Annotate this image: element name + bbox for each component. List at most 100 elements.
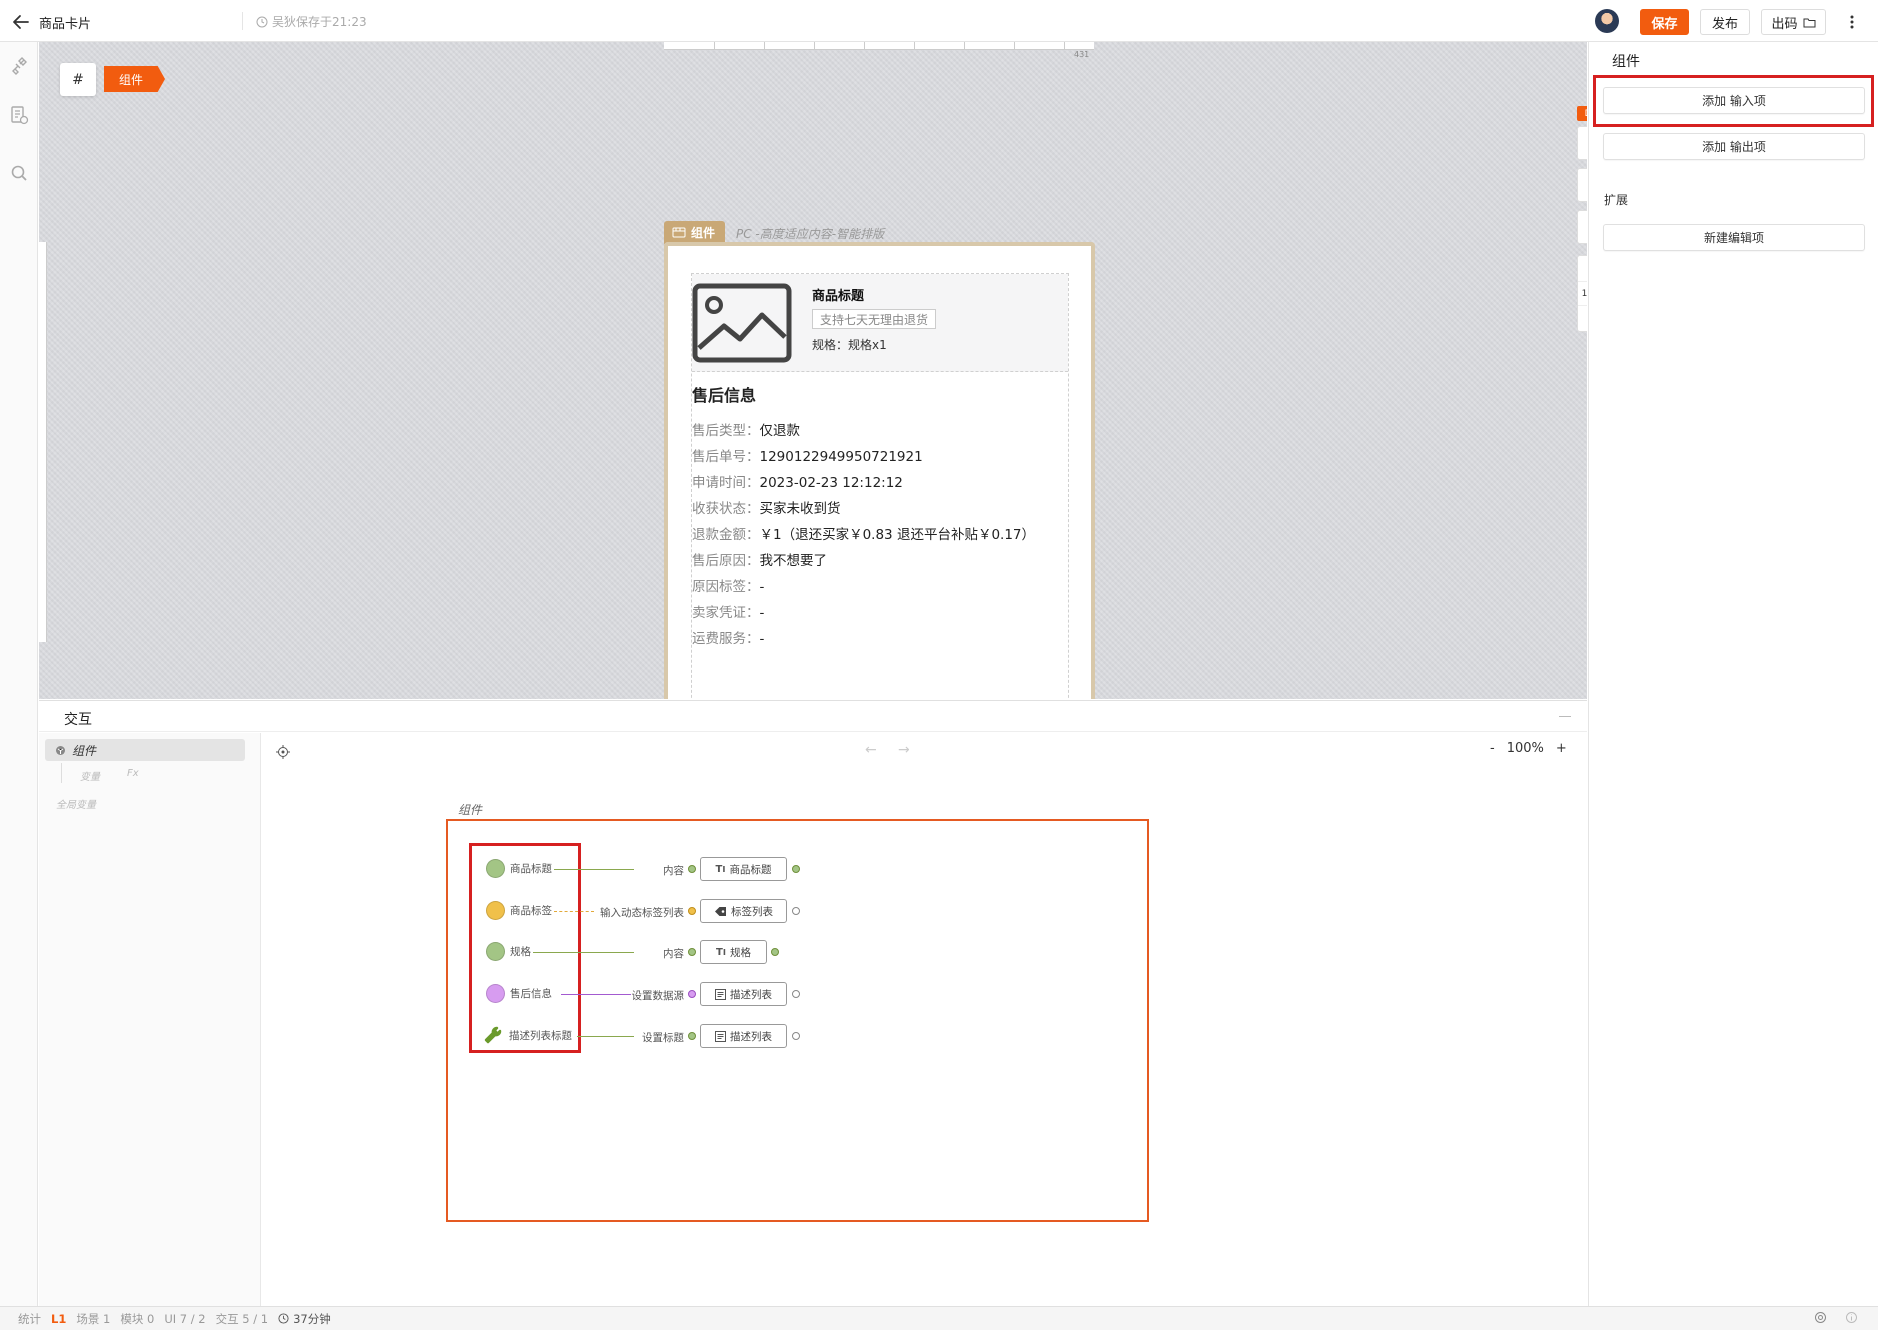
clock-icon xyxy=(256,16,268,28)
io-node[interactable]: 商品标签 xyxy=(486,901,552,920)
title-divider xyxy=(242,12,243,30)
component-tag[interactable]: 组件 xyxy=(664,221,726,244)
zoom-in-button[interactable]: + xyxy=(1578,256,1587,281)
ix-zoom-out-button[interactable]: - xyxy=(1490,741,1495,756)
more-vertical-icon[interactable] xyxy=(1840,10,1864,34)
output-pin[interactable] xyxy=(792,865,800,873)
output-pin[interactable] xyxy=(792,907,800,915)
export-code-button[interactable]: 出码 xyxy=(1761,9,1826,35)
info-row: 原因标签：- xyxy=(692,575,764,595)
text-icon: TI xyxy=(715,863,726,875)
info-label: 卖家凭证： xyxy=(692,605,760,621)
product-title: 商品标题 xyxy=(812,289,865,304)
info-row: 申请时间：2023-02-23 12:12:12 xyxy=(692,471,903,491)
product-spec: 规格：规格x1 xyxy=(812,338,887,352)
publish-button[interactable]: 发布 xyxy=(1700,9,1750,35)
info-row: 退款金额：￥1（退还买家￥0.83 退还平台补贴￥0.17） xyxy=(692,523,1035,543)
tree-guide-line xyxy=(61,763,62,783)
target-component-box[interactable]: TI 规格 xyxy=(700,940,767,964)
search-icon[interactable] xyxy=(8,162,30,184)
save-status: 吴狄保存于21:23 xyxy=(256,13,367,30)
info-icon[interactable] xyxy=(1845,1311,1858,1324)
port-label: 内容 xyxy=(663,948,684,960)
io-node[interactable]: 规格 xyxy=(486,942,531,961)
info-value: 2023-02-23 12:12:12 xyxy=(759,475,903,491)
node-dot xyxy=(486,984,505,1003)
target-label: 描述列表 xyxy=(730,1030,772,1043)
info-value: - xyxy=(759,579,765,595)
port-label: 设置标题 xyxy=(642,1032,684,1044)
tree-fx[interactable]: Fx xyxy=(127,768,139,779)
target-component-box[interactable]: 标签列表 xyxy=(700,899,787,923)
target-label: 商品标题 xyxy=(729,863,772,876)
target-component-box[interactable]: 描述列表 xyxy=(700,1024,787,1048)
info-row: 售后原因：我不想要了 xyxy=(692,549,827,569)
component-icon xyxy=(672,227,686,238)
product-section[interactable]: 商品标题 支持七天无理由退货 规格：规格x1 xyxy=(692,274,1068,372)
status-stat: 统计 xyxy=(18,1311,41,1326)
info-label: 收获状态： xyxy=(692,501,760,517)
target-label: 规格 xyxy=(729,946,751,959)
target-label: 标签列表 xyxy=(731,905,773,918)
port-label: 设置数据源 xyxy=(631,990,685,1002)
save-button[interactable]: 保存 xyxy=(1640,9,1689,35)
comment-icon[interactable] xyxy=(1577,210,1587,244)
redo-arrow[interactable]: → xyxy=(898,742,910,758)
output-pin[interactable] xyxy=(792,990,800,998)
add-input-button[interactable]: 添加 输入项 xyxy=(1603,87,1865,114)
flow-frame[interactable]: 商品标题 内容 TI 商品标题 商品标签 输入动态标签列表 标签列表 规格 内容 … xyxy=(446,819,1149,1222)
target-label: 描述列表 xyxy=(730,988,772,1001)
add-output-button[interactable]: 添加 输出项 xyxy=(1603,133,1865,160)
product-card[interactable]: 商品标题 支持七天无理由退货 规格：规格x1 售后信息 售后类型：仅退款 售后单… xyxy=(664,242,1095,699)
tree-variable[interactable]: 变量 xyxy=(80,768,100,783)
io-node[interactable]: 售后信息 xyxy=(486,984,552,1003)
settings-icon[interactable] xyxy=(1814,1311,1827,1324)
ix-zoom-level: 100% xyxy=(1506,741,1544,756)
add-circle-icon[interactable] xyxy=(1577,168,1587,202)
dev-badge: Dev xyxy=(1577,106,1587,121)
app-title: 商品卡片 xyxy=(39,17,92,32)
back-arrow-icon[interactable] xyxy=(10,11,32,33)
zoom-out-button[interactable]: - xyxy=(1578,306,1587,331)
undo-arrow[interactable]: ← xyxy=(865,742,877,758)
io-node[interactable]: 商品标题 xyxy=(486,859,552,878)
collapse-icon[interactable] xyxy=(1559,716,1571,717)
input-pin[interactable] xyxy=(688,865,696,873)
tree-global-variables[interactable]: 全局变量 xyxy=(56,796,96,811)
status-time-text: 37分钟 xyxy=(293,1311,331,1326)
interaction-zoom: - 100% + xyxy=(1490,741,1567,756)
component-cube-icon xyxy=(55,745,66,756)
right-panel: 组件 添加 输入项 添加 输出项 扩展 新建编辑项 xyxy=(1588,42,1878,1306)
design-canvas[interactable]: 431 # 组件 组件 PC -高度适应内容-智能排版 商品标题 支持七天无理由… xyxy=(39,42,1587,699)
input-pin[interactable] xyxy=(688,907,696,915)
top-ruler xyxy=(664,42,1094,50)
target-component-box[interactable]: TI 商品标题 xyxy=(700,857,787,881)
ix-zoom-in-button[interactable]: + xyxy=(1556,741,1567,756)
output-pin[interactable] xyxy=(771,948,779,956)
new-edit-item-button[interactable]: 新建编辑项 xyxy=(1603,224,1865,251)
breadcrumb-component[interactable]: 组件 xyxy=(104,66,166,92)
target-component-box[interactable]: 描述列表 xyxy=(700,982,787,1006)
hash-button[interactable]: # xyxy=(60,63,96,96)
info-row: 收获状态：买家未收到货 xyxy=(692,497,841,517)
info-value: 我不想要了 xyxy=(759,553,828,569)
output-pin[interactable] xyxy=(792,1032,800,1040)
io-node[interactable]: 描述列表标题 xyxy=(484,1026,572,1045)
input-pin[interactable] xyxy=(688,1032,696,1040)
info-row: 运费服务：- xyxy=(692,627,764,647)
interaction-canvas[interactable]: ← → - 100% + 组件 商品标题 内容 TI 商品标题 商品标签 输入动态… xyxy=(262,733,1587,1306)
port-label: 内容 xyxy=(663,865,684,877)
plugin-icon[interactable] xyxy=(8,54,30,76)
locate-icon[interactable] xyxy=(276,745,290,759)
info-label: 售后类型： xyxy=(692,423,760,439)
interaction-tree-component[interactable]: 组件 xyxy=(45,739,245,761)
preview-play-icon[interactable] xyxy=(1577,126,1587,160)
avatar[interactable] xyxy=(1595,9,1619,33)
panel-title: 组件 xyxy=(1612,54,1640,70)
info-value: ￥1（退还买家￥0.83 退还平台补贴￥0.17） xyxy=(759,527,1036,543)
data-list-icon[interactable] xyxy=(8,104,30,126)
input-pin[interactable] xyxy=(688,948,696,956)
list-icon xyxy=(715,988,726,1000)
node-dot xyxy=(486,901,505,920)
input-pin[interactable] xyxy=(688,990,696,998)
